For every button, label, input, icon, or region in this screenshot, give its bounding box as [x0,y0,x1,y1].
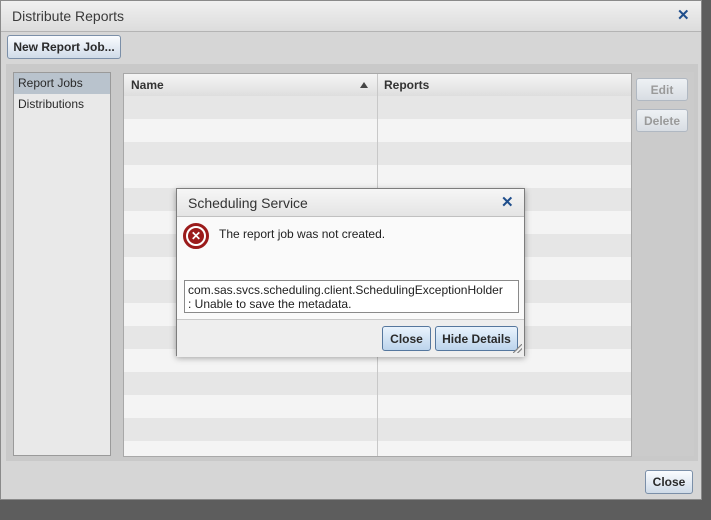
window-close-icon[interactable]: ✕ [677,8,690,23]
dialog-close-icon[interactable]: ✕ [501,195,514,210]
error-icon: ✕ [183,223,209,249]
dialog-close-button[interactable]: Close [382,326,431,351]
dialog-titlebar: Scheduling Service ✕ [177,189,524,217]
new-report-job-button[interactable]: New Report Job... [7,35,121,59]
scheduling-service-dialog: Scheduling Service ✕ ✕ The report job wa… [176,188,525,357]
column-header-reports[interactable]: Reports [384,78,429,92]
column-header-name[interactable]: Name [131,78,164,92]
error-message: The report job was not created. [219,227,386,241]
window-title: Distribute Reports [12,8,125,24]
details-line-1: com.sas.svcs.scheduling.client.Schedulin… [188,283,503,297]
sidebar-item-report-jobs[interactable]: Report Jobs [14,73,110,94]
resize-grip-icon[interactable] [513,344,522,353]
dialog-title: Scheduling Service [188,195,308,211]
dialog-footer: Close Hide Details [177,319,524,357]
window-close-button[interactable]: Close [645,470,693,494]
details-line-2: : Unable to save the metadata. [188,297,352,311]
window-titlebar: Distribute Reports ✕ [1,1,701,32]
sidebar-item-distributions[interactable]: Distributions [14,94,110,115]
hide-details-button[interactable]: Hide Details [435,326,518,351]
edit-button[interactable]: Edit [636,78,688,101]
delete-button[interactable]: Delete [636,109,688,132]
sort-ascending-icon[interactable] [360,82,368,88]
error-details-box[interactable]: com.sas.svcs.scheduling.client.Schedulin… [184,280,519,313]
sidebar: Report Jobs Distributions [13,72,111,456]
